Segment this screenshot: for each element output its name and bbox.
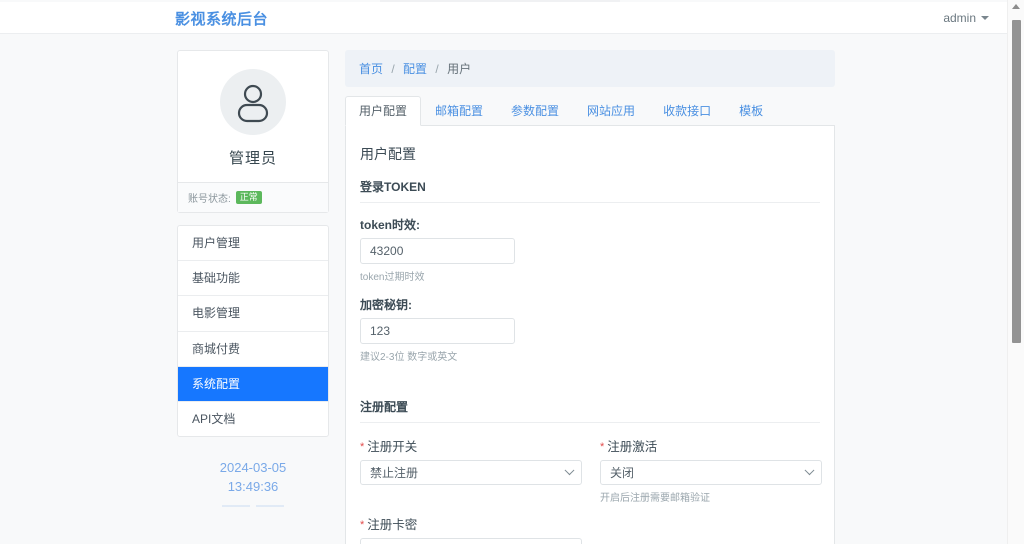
register-switch-label-text: 注册开关 [367, 440, 418, 454]
scroll-up-arrow-icon[interactable] [1012, 4, 1020, 9]
profile-name: 管理员 [228, 150, 277, 167]
register-switch-value: 禁止注册 [370, 466, 419, 480]
tab-payment-interface[interactable]: 收款接口 [649, 96, 725, 126]
section-heading-token: 登录TOKEN [360, 178, 820, 203]
secret-key-hint: 建议2-3位 数字或英文 [360, 352, 458, 363]
top-navbar: 影视系统后台 admin [0, 2, 1007, 34]
profile-body: 管理员 [178, 51, 328, 182]
sidebar-item-shop-payment[interactable]: 商城付费 [178, 332, 328, 367]
register-row-1: * 注册开关 禁止注册 * 注册激活 关闭 开启后注册需要邮箱验证 [360, 436, 822, 504]
page-title: 用户配置 [360, 146, 416, 162]
breadcrumb-section[interactable]: 配置 [403, 62, 427, 76]
register-card-label-text: 注册卡密 [367, 518, 418, 532]
section-heading-register: 注册配置 [360, 398, 820, 423]
token-expiry-hint: token过期时效 [360, 272, 425, 283]
tab-site-apps[interactable]: 网站应用 [573, 96, 649, 126]
brand-title[interactable]: 影视系统后台 [175, 8, 268, 29]
register-activate-hint: 开启后注册需要邮箱验证 [600, 493, 710, 504]
clock-divider [222, 504, 284, 507]
breadcrumb-separator-2: / [435, 62, 439, 76]
user-config-panel: 用户配置 登录TOKEN token时效: 43200 token过期时效 加密… [345, 126, 835, 544]
register-activate-label: * 注册激活 [600, 436, 822, 455]
chevron-down-icon [564, 464, 575, 475]
status-badge: 正常 [235, 190, 262, 205]
breadcrumb-current: 用户 [447, 62, 472, 76]
user-menu[interactable]: admin [943, 11, 989, 25]
register-card-select[interactable]: 关闭 [360, 538, 582, 544]
breadcrumb-separator-1: / [391, 62, 395, 76]
tab-template[interactable]: 模板 [725, 96, 777, 126]
tab-bar: 用户配置 邮箱配置 参数配置 网站应用 收款接口 模板 [345, 96, 835, 126]
clock-time: 13:49:36 [227, 478, 279, 494]
breadcrumb: 首页 / 配置 / 用户 [345, 50, 835, 87]
sidebar-item-system-config[interactable]: 系统配置 [178, 366, 328, 402]
register-card-label: * 注册卡密 [360, 514, 582, 533]
chevron-down-icon [804, 464, 815, 475]
scrollbar-thumb[interactable] [1012, 20, 1021, 343]
register-switch-select[interactable]: 禁止注册 [360, 460, 582, 485]
tab-param-config[interactable]: 参数配置 [497, 96, 573, 126]
token-expiry-input[interactable]: 43200 [360, 238, 515, 264]
register-row-2-empty [600, 514, 820, 544]
tab-email-config[interactable]: 邮箱配置 [421, 96, 497, 126]
left-sidebar: 管理员 账号状态: 正常 用户管理 基础功能 电影管理 商城付费 系统配置 AP… [177, 50, 329, 507]
profile-status-row: 账号状态: 正常 [178, 182, 328, 212]
clock-widget: 2024-03-05 13:49:36 [177, 459, 329, 507]
secret-key-input[interactable]: 123 [360, 318, 515, 344]
secret-key-label: 加密秘钥: [360, 298, 412, 312]
field-register-switch: * 注册开关 禁止注册 [360, 436, 582, 504]
field-secret-key: 加密秘钥: 123 建议2-3位 数字或英文 [360, 296, 820, 363]
chevron-down-icon [981, 16, 989, 20]
field-register-activate: * 注册激活 关闭 开启后注册需要邮箱验证 [600, 436, 822, 504]
avatar [220, 69, 286, 135]
sidebar-menu: 用户管理 基础功能 电影管理 商城付费 系统配置 API文档 [177, 225, 329, 438]
sidebar-item-movie-management[interactable]: 电影管理 [178, 296, 328, 332]
required-marker: * [360, 519, 365, 531]
user-menu-label: admin [943, 11, 976, 25]
register-activate-select[interactable]: 关闭 [600, 460, 822, 485]
register-activate-label-text: 注册激活 [607, 440, 658, 454]
field-register-card: *注册卡密 关闭 注册需要卡密 [360, 514, 582, 544]
sidebar-item-user-management[interactable]: 用户管理 [178, 226, 328, 262]
account-status-label: 账号状态: [188, 194, 231, 205]
main-content: 首页 / 配置 / 用户 用户配置 邮箱配置 参数配置 网站应用 收款接口 模板… [345, 50, 835, 544]
sidebar-item-api-docs[interactable]: API文档 [178, 402, 328, 436]
register-activate-value: 关闭 [610, 466, 635, 480]
vertical-scrollbar[interactable] [1007, 0, 1024, 544]
required-marker: * [360, 441, 365, 453]
breadcrumb-home[interactable]: 首页 [359, 62, 383, 76]
field-token-expiry: token时效: 43200 token过期时效 [360, 216, 820, 283]
clock-date: 2024-03-05 [219, 460, 287, 476]
app-root: 影视系统后台 admin 管理员 账号状态: 正常 用户管理 基础功能 电影管理… [0, 0, 1024, 544]
register-switch-label: * 注册开关 [360, 436, 582, 455]
profile-card: 管理员 账号状态: 正常 [177, 50, 329, 213]
sidebar-item-basic-features[interactable]: 基础功能 [178, 261, 328, 297]
required-marker: * [600, 441, 605, 453]
register-row-2: *注册卡密 关闭 注册需要卡密 [360, 514, 820, 544]
tab-user-config[interactable]: 用户配置 [345, 96, 422, 126]
token-expiry-label: token时效: [360, 218, 421, 232]
